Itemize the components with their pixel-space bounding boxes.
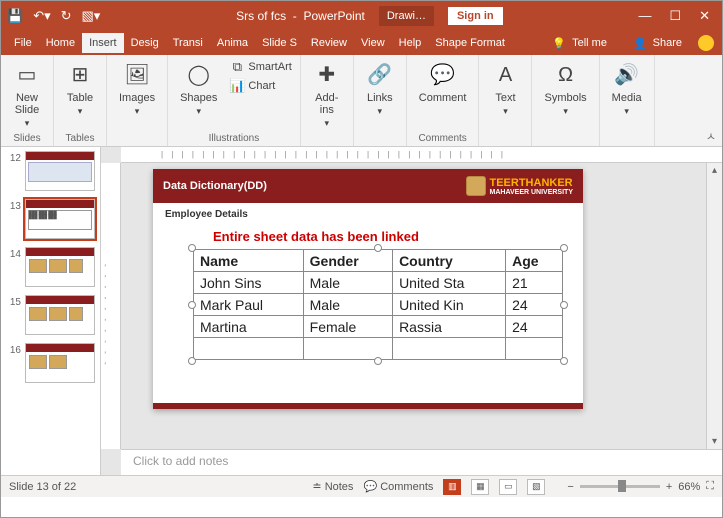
- sign-in-button[interactable]: Sign in: [448, 7, 503, 25]
- title-bar: 💾 ↶▾ ↻ ▧▾ Srs of fcs - PowerPoint Drawi……: [1, 1, 722, 31]
- zoom-control[interactable]: − + 66% ⛶: [567, 480, 714, 493]
- tab-slideshow[interactable]: Slide S: [255, 33, 304, 53]
- group-comments-label: Comments: [418, 131, 466, 144]
- overlay-message: Entire sheet data has been linked: [213, 229, 419, 244]
- media-button[interactable]: 🔊Media▾: [608, 59, 646, 119]
- images-button[interactable]: 🖼Images▾: [115, 59, 159, 119]
- table-button[interactable]: ⊞Table▾: [62, 59, 98, 119]
- table-row: John SinsMaleUnited Sta21: [194, 272, 563, 294]
- links-button[interactable]: 🔗Links▾: [362, 59, 398, 119]
- tellme-icon: 💡: [552, 37, 566, 50]
- resize-handle[interactable]: [374, 244, 382, 252]
- tab-animations[interactable]: Anima: [210, 33, 255, 53]
- notes-toggle[interactable]: ≐ Notes: [312, 480, 353, 493]
- doc-title: Srs of fcs: [236, 9, 286, 23]
- logo: TEERTHANKERMAHAVEER UNIVERSITY: [466, 176, 574, 196]
- slide-thumb-14[interactable]: 14: [5, 247, 96, 287]
- emoji-icon[interactable]: [698, 35, 714, 51]
- share-icon: 👤: [633, 37, 647, 50]
- zoom-in-icon[interactable]: +: [666, 481, 672, 493]
- group-tables-label: Tables: [66, 131, 95, 144]
- tellme-label[interactable]: Tell me: [572, 37, 607, 49]
- ribbon-tabs: File Home Insert Desig Transi Anima Slid…: [1, 31, 722, 55]
- tab-file[interactable]: File: [7, 33, 39, 53]
- symbols-button[interactable]: ΩSymbols▾: [540, 59, 590, 119]
- view-normal-button[interactable]: ▥: [443, 479, 461, 495]
- comment-button[interactable]: 💬Comment: [415, 59, 471, 106]
- status-bar: Slide 13 of 22 ≐ Notes 💬 Comments ▥ ▦ ▭ …: [1, 475, 722, 497]
- slide-counter: Slide 13 of 22: [9, 481, 312, 493]
- thumbnail-panel: 12 13███ ███ ██████ ███ ███ 14 15 16: [1, 147, 101, 475]
- slide-canvas[interactable]: Data Dictionary(DD) TEERTHANKERMAHAVEER …: [121, 163, 706, 449]
- vertical-scrollbar[interactable]: ▴▾: [706, 163, 722, 449]
- resize-handle[interactable]: [560, 244, 568, 252]
- resize-handle[interactable]: [188, 357, 196, 365]
- slide-footer-bar: [153, 403, 583, 409]
- resize-handle[interactable]: [560, 301, 568, 309]
- tab-review[interactable]: Review: [304, 33, 354, 53]
- ribbon: ▭New Slide▾ Slides ⊞Table▾ Tables 🖼Image…: [1, 55, 722, 147]
- view-sorter-button[interactable]: ▦: [471, 479, 489, 495]
- new-slide-button[interactable]: ▭New Slide▾: [9, 59, 45, 131]
- tab-home[interactable]: Home: [39, 33, 82, 53]
- tab-transitions[interactable]: Transi: [166, 33, 210, 53]
- view-slideshow-button[interactable]: ▧: [527, 479, 545, 495]
- addins-button[interactable]: ✚Add- ins▾: [309, 59, 345, 131]
- zoom-value[interactable]: 66%: [678, 481, 700, 493]
- redo-icon[interactable]: ↻: [61, 8, 72, 24]
- share-button[interactable]: Share: [653, 37, 682, 49]
- view-reading-button[interactable]: ▭: [499, 479, 517, 495]
- shapes-button[interactable]: ◯Shapes▾: [176, 59, 221, 119]
- resize-handle[interactable]: [560, 357, 568, 365]
- slide-thumb-12[interactable]: 12: [5, 151, 96, 191]
- save-icon[interactable]: 💾: [7, 8, 23, 24]
- resize-handle[interactable]: [374, 357, 382, 365]
- group-slides-label: Slides: [13, 131, 40, 144]
- group-illustrations-label: Illustrations: [209, 131, 260, 144]
- notes-pane[interactable]: Click to add notes: [121, 449, 722, 475]
- data-table: NameGenderCountryAge John SinsMaleUnited…: [193, 249, 563, 360]
- logo-badge-icon: [466, 176, 486, 196]
- zoom-out-icon[interactable]: −: [567, 481, 573, 493]
- app-title: PowerPoint: [303, 9, 364, 23]
- zoom-slider-thumb[interactable]: [618, 480, 626, 492]
- slide-thumb-16[interactable]: 16: [5, 343, 96, 383]
- slide-thumb-13[interactable]: 13███ ███ ██████ ███ ███: [5, 199, 96, 239]
- resize-handle[interactable]: [188, 301, 196, 309]
- maximize-icon[interactable]: ☐: [669, 8, 681, 24]
- slide-thumb-15[interactable]: 15: [5, 295, 96, 335]
- text-button[interactable]: AText▾: [487, 59, 523, 119]
- tab-help[interactable]: Help: [392, 33, 429, 53]
- context-tab-label: Drawi…: [379, 6, 434, 26]
- tab-view[interactable]: View: [354, 33, 392, 53]
- start-slideshow-icon[interactable]: ▧▾: [82, 8, 101, 24]
- slide-subtitle: Employee Details: [153, 203, 583, 226]
- undo-icon[interactable]: ↶▾: [33, 8, 50, 24]
- table-row: Mark PaulMaleUnited Kin24: [194, 294, 563, 316]
- slide: Data Dictionary(DD) TEERTHANKERMAHAVEER …: [153, 169, 583, 409]
- chart-button[interactable]: 📊Chart: [229, 78, 291, 94]
- ruler-vertical: - - - - - - - - - -: [101, 163, 121, 449]
- ruler-horizontal: | | | | | | | | | | | | | | | | | | | | …: [121, 147, 722, 163]
- minimize-icon[interactable]: ―: [638, 8, 651, 24]
- linked-table-object[interactable]: NameGenderCountryAge John SinsMaleUnited…: [193, 249, 563, 360]
- resize-handle[interactable]: [188, 244, 196, 252]
- tab-design[interactable]: Desig: [124, 33, 166, 53]
- close-icon[interactable]: ✕: [699, 8, 710, 24]
- fit-to-window-icon[interactable]: ⛶: [706, 480, 714, 493]
- collapse-ribbon-icon[interactable]: ㅅ: [706, 128, 716, 144]
- tab-shape-format[interactable]: Shape Format: [428, 33, 512, 53]
- tab-insert[interactable]: Insert: [82, 33, 124, 53]
- slide-title: Data Dictionary(DD): [163, 180, 267, 192]
- smartart-button[interactable]: ⧉SmartArt: [229, 59, 291, 75]
- table-row: MartinaFemaleRassia24: [194, 316, 563, 338]
- comments-toggle[interactable]: 💬 Comments: [363, 480, 433, 493]
